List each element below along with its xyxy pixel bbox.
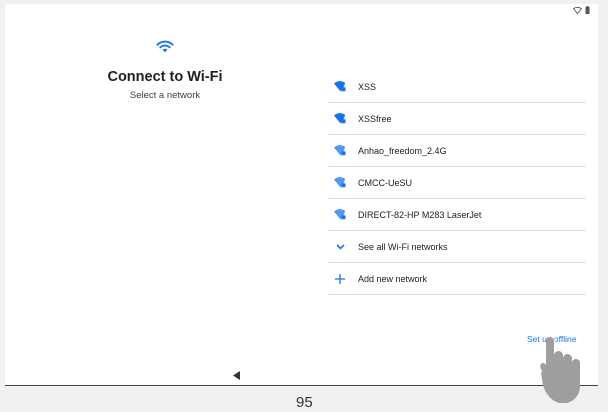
network-name: DIRECT-82-HP M283 LaserJet: [358, 209, 482, 220]
wifi-locked-icon: [328, 209, 352, 220]
network-list: XSS XSSfree Anhao_freedom_2.4G CMCC-UeSU…: [328, 71, 586, 295]
network-name: XSSfree: [358, 113, 392, 124]
battery-icon: [585, 6, 590, 14]
status-bar: [573, 6, 590, 14]
network-item-cmcc[interactable]: CMCC-UeSU: [328, 167, 586, 199]
network-item-xss[interactable]: XSS: [328, 71, 586, 103]
network-item-direct-hp[interactable]: DIRECT-82-HP M283 LaserJet: [328, 199, 586, 231]
network-name: Anhao_freedom_2.4G: [358, 145, 447, 156]
wifi-locked-icon: [328, 113, 352, 124]
plus-icon: [328, 273, 352, 284]
wifi-locked-icon: [328, 145, 352, 156]
page-number: 95: [296, 394, 313, 411]
wifi-icon: [5, 40, 325, 53]
see-all-networks-button[interactable]: See all Wi-Fi networks: [328, 231, 586, 263]
see-all-label: See all Wi-Fi networks: [358, 241, 448, 252]
network-item-xssfree[interactable]: XSSfree: [328, 103, 586, 135]
network-item-anhao[interactable]: Anhao_freedom_2.4G: [328, 135, 586, 167]
wifi-status-icon: [573, 6, 582, 14]
network-name: XSS: [358, 81, 377, 92]
add-network-button[interactable]: Add new network: [328, 263, 586, 295]
header-pane: Connect to Wi-Fi Select a network: [5, 40, 325, 101]
page-title: Connect to Wi-Fi: [107, 69, 223, 85]
add-network-label: Add new network: [358, 273, 428, 284]
network-name: CMCC-UeSU: [358, 177, 412, 188]
wifi-locked-icon: [328, 81, 352, 92]
pointing-hand-icon: [537, 337, 585, 412]
back-nav-icon[interactable]: [233, 367, 240, 385]
wifi-locked-icon: [328, 177, 352, 188]
page-subtitle: Select a network: [129, 90, 201, 101]
tablet-screen: Connect to Wi-Fi Select a network XSS XS…: [5, 4, 598, 386]
chevron-down-icon: [328, 243, 352, 250]
